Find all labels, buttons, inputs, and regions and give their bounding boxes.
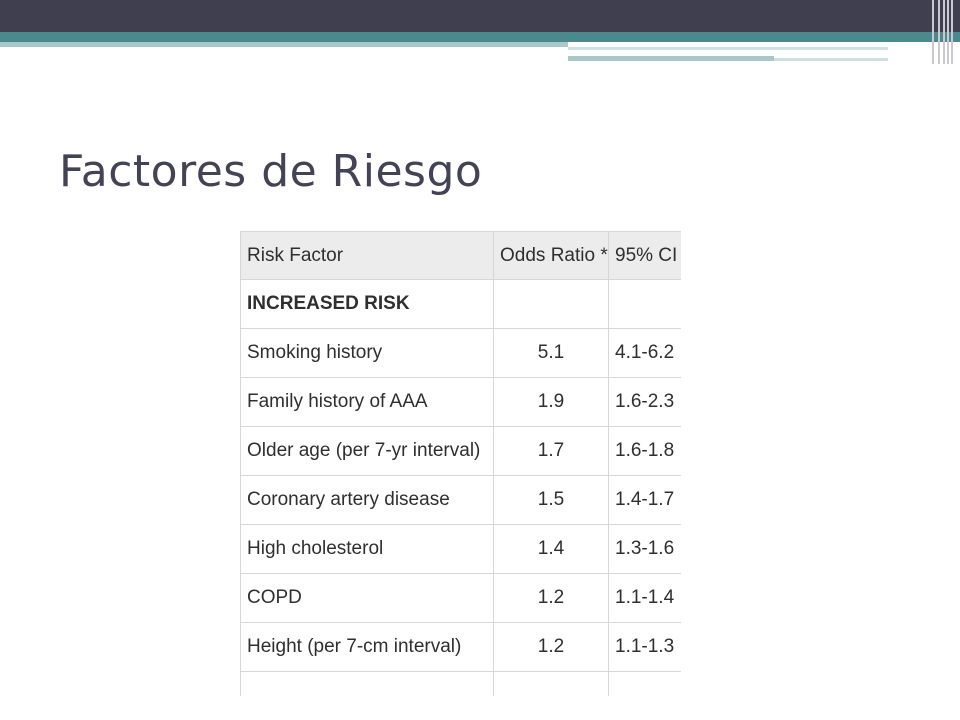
confidence-interval-cell: 1.6-2.3 bbox=[608, 377, 681, 427]
odds-ratio-cell: 1.2 bbox=[493, 573, 609, 623]
risk-factor-cell: Family history of AAA bbox=[240, 377, 494, 427]
risk-factor-cell: Smoking history bbox=[240, 328, 494, 378]
table-cell-empty bbox=[493, 279, 609, 329]
odds-ratio-cell: 1.9 bbox=[493, 377, 609, 427]
odds-ratio-cell: 1.7 bbox=[493, 426, 609, 476]
confidence-interval-cell: 1.3-1.6 bbox=[608, 524, 681, 574]
odds-ratio-cell: 1.5 bbox=[493, 475, 609, 525]
table-row-cutoff bbox=[240, 671, 681, 696]
table-cell-empty bbox=[240, 671, 494, 696]
header-vertical-bars bbox=[932, 0, 954, 64]
table-cell-empty bbox=[493, 671, 609, 696]
confidence-interval-cell: 4.1-6.2 bbox=[608, 328, 681, 378]
confidence-interval-cell: 1.1-1.3 bbox=[608, 622, 681, 672]
risk-factor-table: Risk Factor Odds Ratio * 95% CI INCREASE… bbox=[240, 231, 681, 696]
table-row: Height (per 7-cm interval) 1.2 1.1-1.3 bbox=[240, 622, 681, 672]
table-cell-empty bbox=[608, 279, 681, 329]
table-row: COPD 1.2 1.1-1.4 bbox=[240, 573, 681, 623]
confidence-interval-cell: 1.1-1.4 bbox=[608, 573, 681, 623]
risk-factor-cell: Coronary artery disease bbox=[240, 475, 494, 525]
section-row: INCREASED RISK bbox=[240, 279, 681, 329]
header-accent-line bbox=[568, 56, 774, 61]
table-row: Coronary artery disease 1.5 1.4-1.7 bbox=[240, 475, 681, 525]
header-accent-line bbox=[774, 58, 888, 61]
header-teal-stripe bbox=[0, 32, 960, 42]
risk-factor-cell: High cholesterol bbox=[240, 524, 494, 574]
confidence-interval-cell: 1.4-1.7 bbox=[608, 475, 681, 525]
confidence-interval-cell: 1.6-1.8 bbox=[608, 426, 681, 476]
header-odds-ratio: Odds Ratio * bbox=[493, 231, 609, 280]
table-row: Smoking history 5.1 4.1-6.2 bbox=[240, 328, 681, 378]
risk-factor-cell: COPD bbox=[240, 573, 494, 623]
risk-factor-cell: Older age (per 7-yr interval) bbox=[240, 426, 494, 476]
table-row: Older age (per 7-yr interval) 1.7 1.6-1.8 bbox=[240, 426, 681, 476]
section-label: INCREASED RISK bbox=[240, 279, 494, 329]
table-cell-empty bbox=[608, 671, 681, 696]
header-band bbox=[0, 0, 960, 32]
risk-factor-cell: Height (per 7-cm interval) bbox=[240, 622, 494, 672]
odds-ratio-cell: 5.1 bbox=[493, 328, 609, 378]
slide-title: Factores de Riesgo bbox=[59, 146, 483, 197]
table-header-row: Risk Factor Odds Ratio * 95% CI bbox=[240, 231, 681, 280]
header-confidence-interval: 95% CI bbox=[608, 231, 681, 280]
header-accent-stripe bbox=[0, 42, 568, 47]
odds-ratio-cell: 1.2 bbox=[493, 622, 609, 672]
table-row: High cholesterol 1.4 1.3-1.6 bbox=[240, 524, 681, 574]
odds-ratio-cell: 1.4 bbox=[493, 524, 609, 574]
risk-factor-table-container: Risk Factor Odds Ratio * 95% CI INCREASE… bbox=[240, 231, 681, 696]
header-risk-factor: Risk Factor bbox=[240, 231, 494, 280]
header-accent-line bbox=[568, 47, 888, 50]
table-row: Family history of AAA 1.9 1.6-2.3 bbox=[240, 377, 681, 427]
